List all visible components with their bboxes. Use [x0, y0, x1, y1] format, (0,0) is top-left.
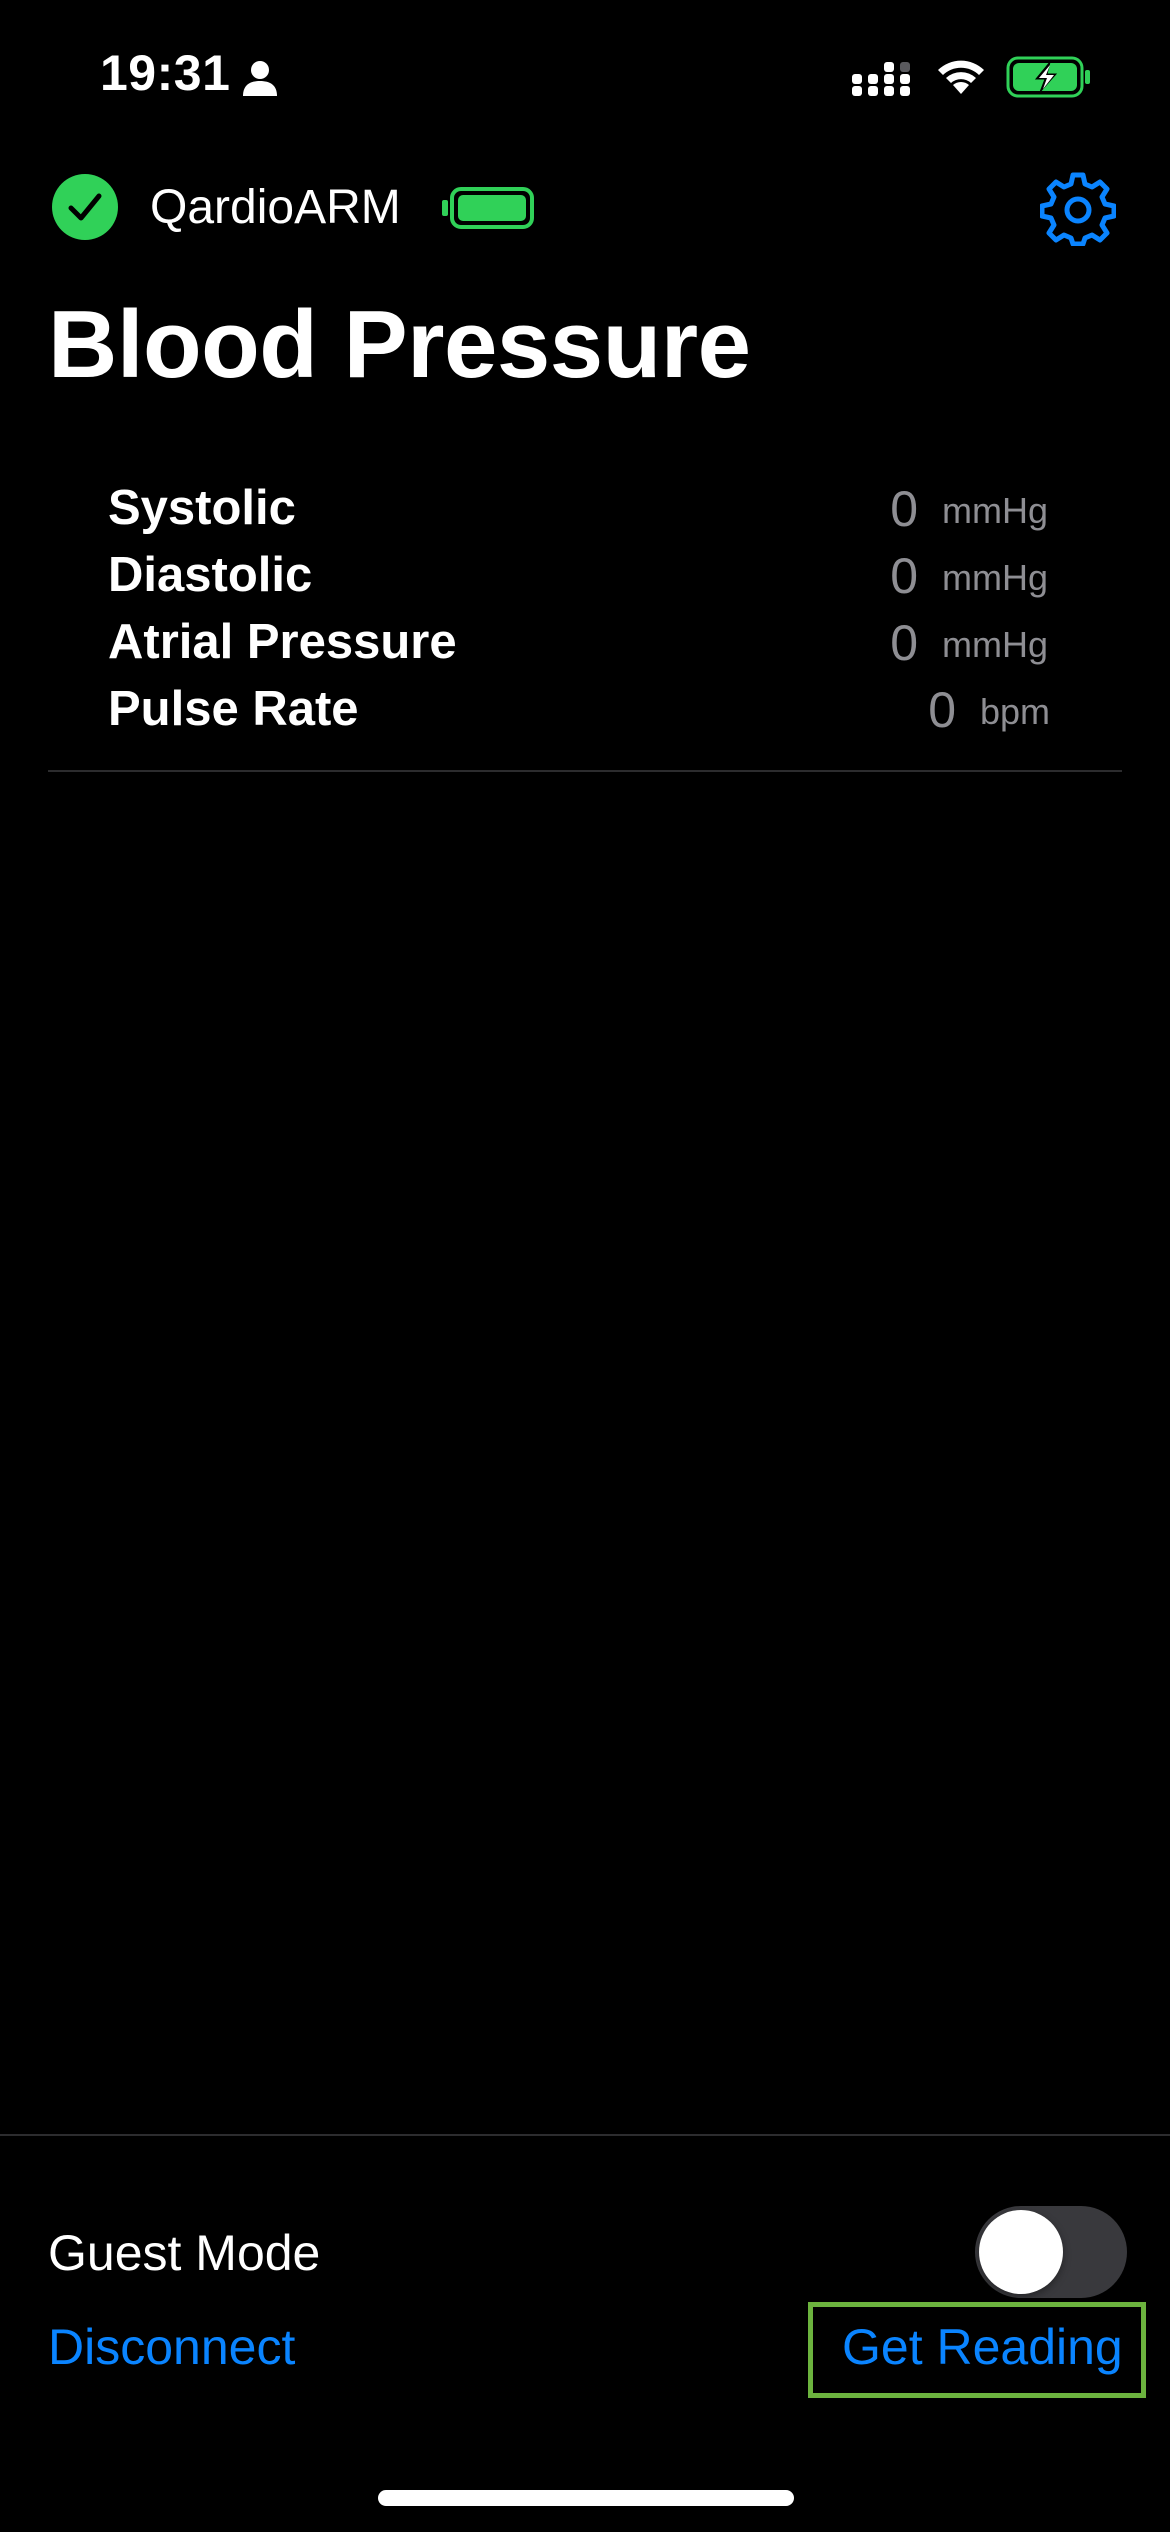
- page-title: Blood Pressure: [48, 291, 751, 398]
- toggle-knob: [979, 2210, 1063, 2294]
- reading-value: 0: [928, 682, 956, 738]
- reading-label: Atrial Pressure: [108, 615, 457, 669]
- guest-mode-toggle[interactable]: [975, 2206, 1127, 2298]
- disconnect-button[interactable]: Disconnect: [48, 2318, 295, 2376]
- reading-value: 0: [890, 481, 918, 537]
- wifi-icon: [938, 60, 984, 94]
- reading-unit: mmHg: [942, 490, 1048, 531]
- reading-label: Pulse Rate: [108, 682, 359, 736]
- divider: [48, 770, 1122, 772]
- gear-icon: [1039, 172, 1117, 247]
- reading-row-pulse-rate: Pulse Rate 0 bpm: [0, 681, 1170, 747]
- settings-button[interactable]: [1039, 170, 1117, 247]
- reading-unit: mmHg: [942, 557, 1048, 598]
- person-icon: [243, 61, 277, 96]
- reading-unit: bpm: [980, 691, 1051, 732]
- reading-unit: mmHg: [942, 624, 1048, 665]
- reading-label: Diastolic: [108, 548, 313, 602]
- home-indicator[interactable]: [378, 2490, 794, 2506]
- status-bar: 19:31: [0, 0, 1170, 150]
- battery-full-icon: [442, 187, 534, 229]
- guest-mode-label: Guest Mode: [48, 2225, 321, 2281]
- status-time: 19:31: [100, 45, 231, 101]
- get-reading-button[interactable]: Get Reading: [842, 2318, 1123, 2376]
- device-name: QardioARM: [150, 181, 401, 234]
- reading-value: 0: [890, 548, 918, 604]
- signal-icon: [852, 62, 910, 96]
- reading-value: 0: [890, 615, 918, 671]
- battery-charging-icon: [1006, 56, 1090, 98]
- divider: [0, 2134, 1170, 2136]
- reading-row-atrial-pressure: Atrial Pressure 0 mmHg: [0, 614, 1170, 680]
- checkmark-circle-icon: [52, 174, 118, 240]
- reading-row-diastolic: Diastolic 0 mmHg: [0, 547, 1170, 613]
- reading-label: Systolic: [108, 481, 296, 535]
- reading-row-systolic: Systolic 0 mmHg: [0, 480, 1170, 546]
